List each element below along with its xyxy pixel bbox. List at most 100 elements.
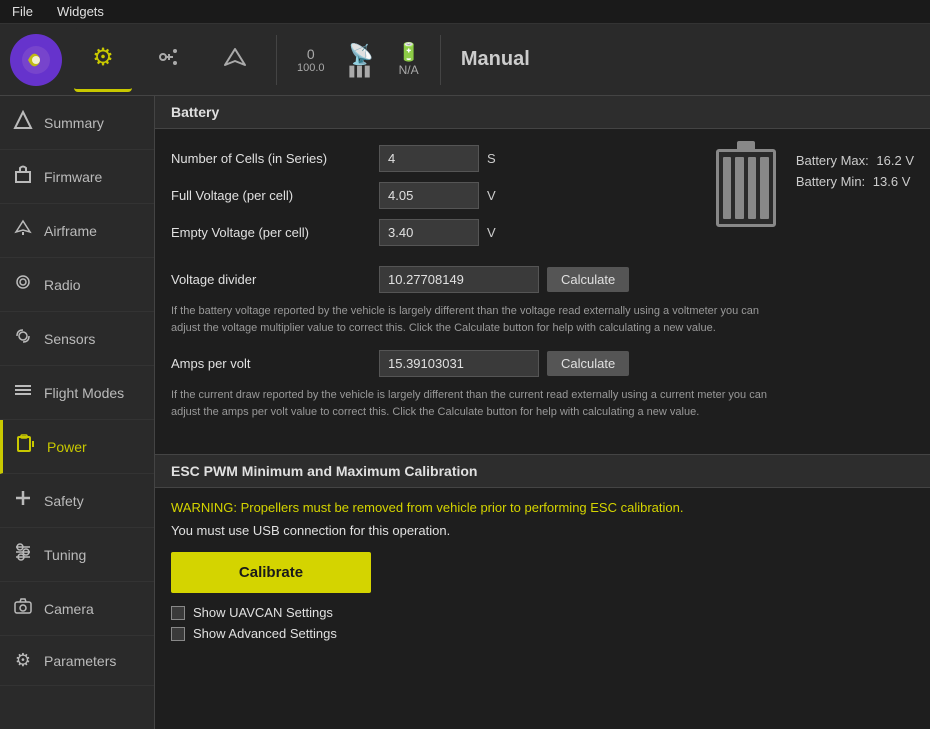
empty-voltage-input[interactable]: [379, 219, 479, 246]
empty-voltage-label: Empty Voltage (per cell): [171, 225, 371, 240]
summary-icon: [12, 110, 34, 135]
fly-icon: [221, 43, 249, 76]
battery-min-stat: Battery Min: 13.6 V: [796, 174, 914, 189]
sidebar-item-airframe[interactable]: Airframe: [0, 204, 154, 258]
esc-section-title: ESC PWM Minimum and Maximum Calibration: [155, 454, 930, 488]
full-voltage-unit: V: [487, 188, 503, 203]
sidebar-label-power: Power: [47, 439, 87, 455]
amps-info-text: If the current draw reported by the vehi…: [171, 387, 771, 420]
esc-section: WARNING: Propellers must be removed from…: [155, 488, 930, 653]
tuning-icon: [12, 542, 34, 567]
sidebar-label-firmware: Firmware: [44, 169, 102, 185]
advanced-checkbox-row: Show Advanced Settings: [171, 626, 914, 641]
battery-section: Number of Cells (in Series) S Full Volta…: [155, 129, 930, 450]
main-layout: Summary Firmware Airframe Radio Sensors: [0, 96, 930, 729]
esc-usb-text: You must use USB connection for this ope…: [171, 523, 914, 538]
flightmodes-icon: [12, 380, 34, 405]
battery-section-title: Battery: [155, 96, 930, 129]
airframe-icon: [12, 218, 34, 243]
cells-row: Number of Cells (in Series) S: [171, 145, 696, 172]
sensors-icon: [12, 326, 34, 351]
plan-icon: [155, 43, 183, 76]
app-logo[interactable]: [10, 34, 62, 86]
cells-unit: S: [487, 151, 503, 166]
content-area: Battery Number of Cells (in Series) S Fu…: [155, 96, 930, 729]
sidebar-item-flightmodes[interactable]: Flight Modes: [0, 366, 154, 420]
sidebar-label-safety: Safety: [44, 493, 84, 509]
toolbar-counter: 0 100.0: [289, 42, 333, 78]
sidebar-label-airframe: Airframe: [44, 223, 97, 239]
firmware-icon: [12, 164, 34, 189]
battery-stats: Battery Max: 16.2 V Battery Min: 13.6 V: [796, 153, 914, 189]
cells-label: Number of Cells (in Series): [171, 151, 371, 166]
toolbar: ⚙ 0 100.0 📡 ▋▋▋ 🔋 N/A M: [0, 24, 930, 96]
sidebar-label-tuning: Tuning: [44, 547, 86, 563]
full-voltage-input[interactable]: [379, 182, 479, 209]
file-menu[interactable]: File: [8, 2, 37, 21]
sidebar-label-camera: Camera: [44, 601, 94, 617]
sidebar-item-tuning[interactable]: Tuning: [0, 528, 154, 582]
counter-sub: 100.0: [297, 62, 325, 74]
counter-value: 0: [307, 46, 315, 62]
empty-voltage-unit: V: [487, 225, 503, 240]
toolbar-battery: 🔋 N/A: [389, 38, 427, 81]
battery-min-label: Battery Min:: [796, 174, 865, 189]
sidebar-item-sensors[interactable]: Sensors: [0, 312, 154, 366]
battery-icon: 🔋: [397, 42, 419, 63]
battery-max-value: 16.2 V: [876, 153, 914, 168]
sidebar: Summary Firmware Airframe Radio Sensors: [0, 96, 155, 729]
camera-icon: [12, 596, 34, 621]
plan-toolbar-btn[interactable]: [140, 28, 198, 92]
sidebar-item-firmware[interactable]: Firmware: [0, 150, 154, 204]
settings-toolbar-btn[interactable]: ⚙: [74, 28, 132, 92]
full-voltage-label: Full Voltage (per cell): [171, 188, 371, 203]
fly-toolbar-btn[interactable]: [206, 28, 264, 92]
battery-max-stat: Battery Max: 16.2 V: [796, 153, 914, 168]
radio-icon: [12, 272, 34, 297]
toolbar-signal: 📡 ▋▋▋: [341, 38, 382, 82]
menu-bar: File Widgets: [0, 0, 930, 24]
sidebar-item-power[interactable]: Power: [0, 420, 154, 474]
voltage-divider-label: Voltage divider: [171, 272, 371, 287]
widgets-menu[interactable]: Widgets: [53, 2, 108, 21]
calibrate-button[interactable]: Calibrate: [171, 552, 371, 593]
cells-input[interactable]: [379, 145, 479, 172]
empty-voltage-row: Empty Voltage (per cell) V: [171, 219, 696, 246]
toolbar-divider-2: [440, 35, 441, 85]
sidebar-item-camera[interactable]: Camera: [0, 582, 154, 636]
full-voltage-row: Full Voltage (per cell) V: [171, 182, 696, 209]
calculate-voltage-button[interactable]: Calculate: [547, 267, 629, 292]
power-icon: [15, 434, 37, 459]
parameters-icon: ⚙: [12, 650, 34, 671]
sidebar-label-summary: Summary: [44, 115, 104, 131]
toolbar-divider-1: [276, 35, 277, 85]
sidebar-label-sensors: Sensors: [44, 331, 95, 347]
settings-icon: ⚙: [92, 46, 114, 70]
battery-min-value: 13.6 V: [873, 174, 911, 189]
advanced-checkbox[interactable]: [171, 627, 185, 641]
voltage-divider-row: Voltage divider Calculate: [171, 266, 914, 293]
sidebar-item-summary[interactable]: Summary: [0, 96, 154, 150]
sidebar-label-parameters: Parameters: [44, 653, 116, 669]
amps-per-volt-label: Amps per volt: [171, 356, 371, 371]
battery-max-label: Battery Max:: [796, 153, 869, 168]
uavcan-checkbox-label[interactable]: Show UAVCAN Settings: [193, 605, 333, 620]
calculate-amps-button[interactable]: Calculate: [547, 351, 629, 376]
voltage-info-text: If the battery voltage reported by the v…: [171, 303, 771, 336]
amps-per-volt-input[interactable]: [379, 350, 539, 377]
advanced-checkbox-label[interactable]: Show Advanced Settings: [193, 626, 337, 641]
sidebar-item-parameters[interactable]: ⚙ Parameters: [0, 636, 154, 686]
flight-mode-label: Manual: [461, 48, 530, 71]
safety-icon: [12, 488, 34, 513]
uavcan-checkbox-row: Show UAVCAN Settings: [171, 605, 914, 620]
amps-per-volt-row: Amps per volt Calculate: [171, 350, 914, 377]
battery-status: N/A: [399, 63, 419, 77]
signal-icon: 📡: [349, 42, 374, 67]
sidebar-item-radio[interactable]: Radio: [0, 258, 154, 312]
sidebar-label-radio: Radio: [44, 277, 81, 293]
sidebar-label-flightmodes: Flight Modes: [44, 385, 124, 401]
voltage-divider-input[interactable]: [379, 266, 539, 293]
uavcan-checkbox[interactable]: [171, 606, 185, 620]
esc-warning-text: WARNING: Propellers must be removed from…: [171, 500, 914, 515]
sidebar-item-safety[interactable]: Safety: [0, 474, 154, 528]
